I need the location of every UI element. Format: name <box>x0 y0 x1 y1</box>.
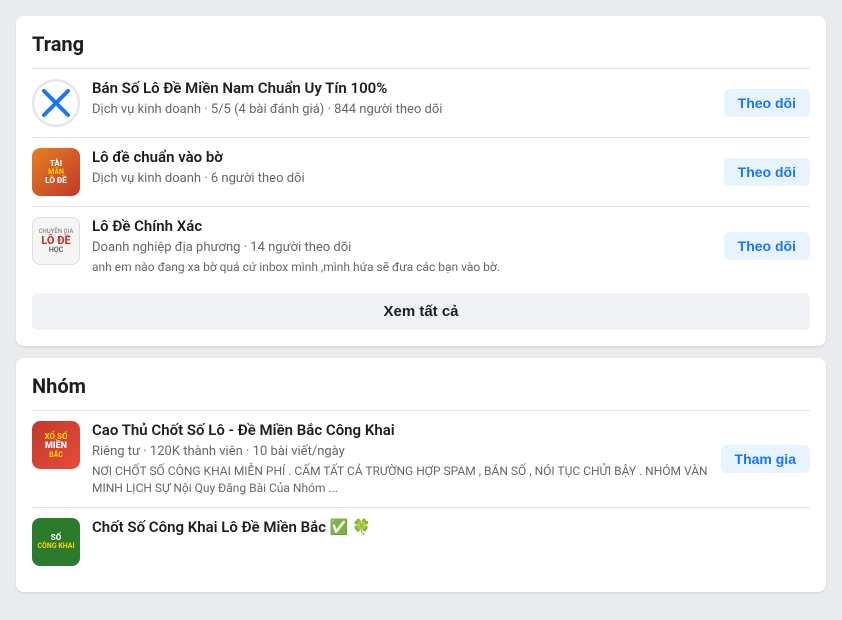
page2-content: Lô đề chuẩn vào bờ Dịch vụ kinh doanh · … <box>92 148 712 188</box>
pages-card: Trang Bán Số Lô Đề Miền Nam Chuẩn Uy Tín… <box>16 16 826 346</box>
page3-follow-button[interactable]: Theo dõi <box>724 232 810 260</box>
page3-avatar: CHUYÊN GIA LÔ ĐỀ HỌC <box>32 217 80 265</box>
group1-name: Cao Thủ Chốt Số Lô - Đề Miền Bắc Công Kh… <box>92 421 709 441</box>
group1-content: Cao Thủ Chốt Số Lô - Đề Miền Bắc Công Kh… <box>92 421 709 496</box>
page-item-1: Bán Số Lô Đề Miền Nam Chuẩn Uy Tín 100% … <box>32 68 810 137</box>
pages-section-title: Trang <box>32 32 810 56</box>
page3-content: Lô Đề Chính Xác Doanh nghiệp địa phương … <box>92 217 712 275</box>
page2-meta: Dịch vụ kinh doanh · 6 người theo dõi <box>92 170 712 188</box>
group-item-2: SỐ CÔNG KHAI Chốt Số Công Khai Lô Đề Miề… <box>32 507 810 576</box>
page1-meta: Dịch vụ kinh doanh · 5/5 (4 bài đánh giá… <box>92 101 712 119</box>
page-item-2: TÀI MÃN LÔ ĐỀ Lô đề chuẩn vào bờ Dịch vụ… <box>32 137 810 206</box>
page1-name: Bán Số Lô Đề Miền Nam Chuẩn Uy Tín 100% <box>92 79 712 99</box>
page2-follow-button[interactable]: Theo dõi <box>724 158 810 186</box>
group1-meta: Riêng tư · 120K thành viên · 10 bài viết… <box>92 443 709 461</box>
page1-avatar <box>32 79 80 127</box>
pages-see-all-button[interactable]: Xem tất cả <box>32 293 810 330</box>
page3-meta: Doanh nghiệp địa phương · 14 người theo … <box>92 239 712 257</box>
page2-name: Lô đề chuẩn vào bờ <box>92 148 712 168</box>
group2-content: Chốt Số Công Khai Lô Đề Miền Bắc ✅ 🍀 <box>92 518 810 538</box>
page2-avatar: TÀI MÃN LÔ ĐỀ <box>32 148 80 196</box>
groups-card: Nhóm XỔ SỐ MIỀN BẮC Cao Thủ Chốt Số Lô -… <box>16 358 826 591</box>
group1-join-button[interactable]: Tham gia <box>721 445 810 473</box>
page1-follow-button[interactable]: Theo dõi <box>724 89 810 117</box>
group2-avatar: SỐ CÔNG KHAI <box>32 518 80 566</box>
group2-name: Chốt Số Công Khai Lô Đề Miền Bắc ✅ 🍀 <box>92 518 810 538</box>
group1-desc: NƠI CHỐT SỐ CÔNG KHAI MIỄN PHÍ . CẤM TẤT… <box>92 463 709 497</box>
groups-section-title: Nhóm <box>32 374 810 398</box>
page3-name: Lô Đề Chính Xác <box>92 217 712 237</box>
page-item-3: CHUYÊN GIA LÔ ĐỀ HỌC Lô Đề Chính Xác Doa… <box>32 206 810 285</box>
page3-desc: anh em nào đang xa bờ quá cứ inbox mình … <box>92 259 712 276</box>
page1-content: Bán Số Lô Đề Miền Nam Chuẩn Uy Tín 100% … <box>92 79 712 119</box>
group-item-1: XỔ SỐ MIỀN BẮC Cao Thủ Chốt Số Lô - Đề M… <box>32 410 810 506</box>
group1-avatar: XỔ SỐ MIỀN BẮC <box>32 421 80 469</box>
